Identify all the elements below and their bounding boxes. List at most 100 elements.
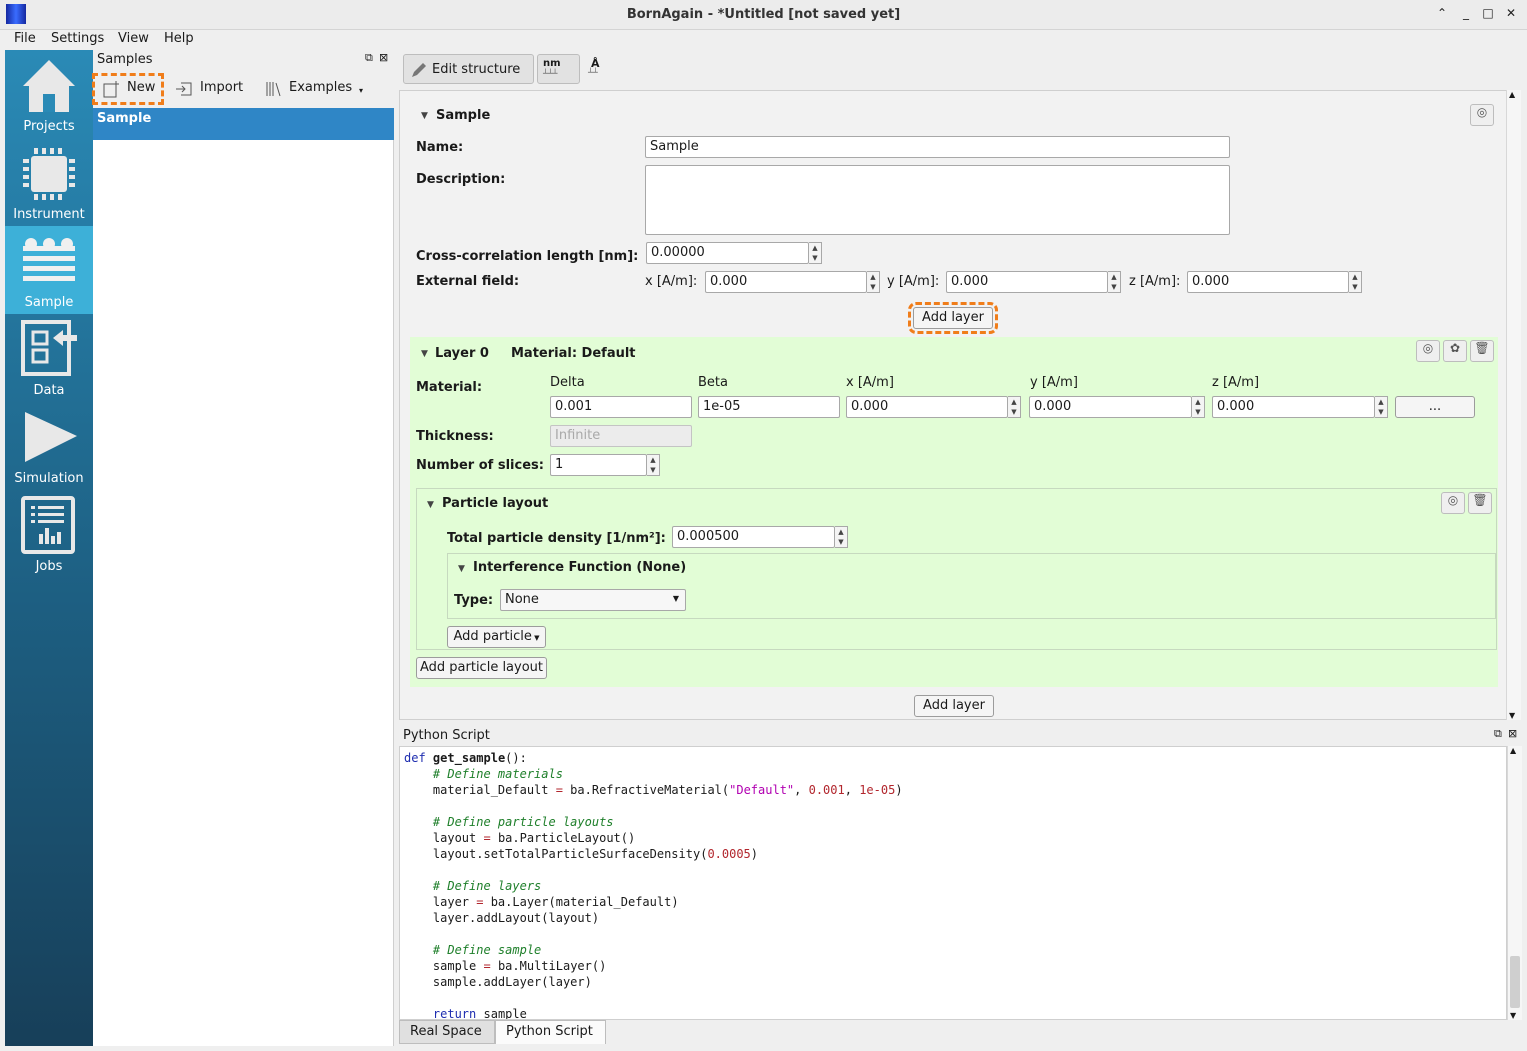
close-icon[interactable]: ✕ [1503, 6, 1519, 22]
menu-file[interactable]: File [14, 31, 36, 46]
3d-view-icon[interactable]: ◎ [1441, 492, 1465, 514]
pencil-icon [412, 63, 426, 77]
external-field-x-input[interactable]: 0.000 [705, 271, 867, 293]
close-panel-icon[interactable]: ⊠ [379, 51, 388, 64]
unit-angstrom-button[interactable]: Å ┴┴ [585, 54, 609, 84]
menu-view[interactable]: View [118, 31, 149, 46]
shade-icon[interactable]: ⌃ [1434, 6, 1450, 22]
spin-arrows-icon[interactable]: ▲ ▼ [1192, 396, 1205, 418]
tab-python-script[interactable]: Python Script [495, 1020, 606, 1044]
material-editor-button[interactable]: ... [1395, 396, 1475, 418]
sidebar-item-sample[interactable]: Sample [5, 226, 93, 314]
external-field-y-input[interactable]: 0.000 [946, 271, 1108, 293]
menu-help[interactable]: Help [164, 31, 194, 46]
collapse-icon[interactable]: ▼ [421, 111, 428, 121]
slices-input[interactable]: 1 [550, 454, 647, 476]
sidebar-item-instrument[interactable]: Instrument [5, 138, 93, 226]
external-field-x-label: x [A/m]: [645, 274, 698, 289]
mag-y-input[interactable]: 0.000 [1029, 396, 1192, 418]
add-layer-button-bottom[interactable]: Add layer [914, 695, 994, 717]
add-layer-button-top[interactable]: Add layer [908, 302, 998, 334]
interference-title: Interference Function (None) [473, 560, 687, 575]
spin-arrows-icon[interactable]: ▲ ▼ [835, 526, 848, 548]
scroll-down-icon[interactable]: ▼ [1510, 1011, 1516, 1020]
main-sidebar: Projects Instrument Sample Data Simulati… [5, 50, 93, 1046]
density-label: Total particle density [1/nm²]: [447, 531, 666, 546]
script-title: Python Script [403, 728, 490, 743]
scroll-thumb[interactable] [1510, 956, 1520, 1008]
edit-structure-button[interactable]: Edit structure [403, 54, 534, 84]
collapse-icon[interactable]: ▼ [427, 500, 434, 510]
particle-layout-panel: ▼ Particle layout ◎ 🗑 Total particle den… [416, 488, 1497, 650]
thickness-input[interactable]: Infinite [550, 425, 692, 447]
samples-panel-title: Samples [97, 52, 153, 67]
script-tabs: Real Space Python Script [399, 1020, 1527, 1046]
3d-view-icon[interactable]: ◎ [1470, 104, 1494, 126]
spin-arrows-icon[interactable]: ▲ ▼ [1008, 396, 1021, 418]
sample-header: Sample [436, 108, 491, 123]
float-panel-icon[interactable]: ⧉ [365, 51, 373, 65]
particle-layout-title: Particle layout [442, 496, 549, 511]
layer-0-panel: ▼ Layer 0 Material: Default ◎ ✿ 🗑 Materi… [410, 337, 1498, 687]
slices-label: Number of slices: [416, 458, 544, 473]
thickness-label: Thickness: [416, 429, 494, 444]
spin-arrows-icon[interactable]: ▲ ▼ [647, 454, 660, 476]
sample-form: ▼ Sample ◎ Name: Sample Description: Cro… [399, 90, 1521, 720]
sidebar-item-simulation[interactable]: Simulation [5, 402, 93, 490]
interference-type-select[interactable]: None ▼ [500, 589, 686, 611]
menu-bar: File Settings View Help [0, 30, 1527, 50]
spin-arrows-icon[interactable]: ▲ ▼ [1375, 396, 1388, 418]
code-scrollbar[interactable]: ▲ ▼ [1507, 746, 1522, 1020]
ruler-icon: ┴┴ [588, 68, 598, 77]
maximize-icon[interactable]: □ [1480, 6, 1496, 22]
import-sample-button[interactable]: Import [175, 78, 255, 100]
name-label: Name: [416, 140, 464, 155]
mag-z-input[interactable]: 0.000 [1212, 396, 1375, 418]
import-icon [176, 82, 192, 96]
editor-scrollbar[interactable]: ▲ ▼ [1506, 90, 1521, 720]
add-particle-button[interactable]: Add particle ▼ [447, 626, 546, 648]
external-field-z-input[interactable]: 0.000 [1187, 271, 1349, 293]
data-import-icon [21, 320, 77, 376]
examples-dropdown-button[interactable]: Examples ▾ [265, 78, 369, 100]
sample-name-input[interactable]: Sample [645, 136, 1230, 158]
scroll-up-icon[interactable]: ▲ [1509, 90, 1515, 99]
trash-icon[interactable]: 🗑 [1470, 340, 1494, 362]
new-sample-button[interactable]: New [92, 73, 164, 105]
cross-correlation-input[interactable]: 0.00000 [646, 242, 809, 264]
interference-panel: ▼ Interference Function (None) Type: Non… [447, 553, 1496, 619]
spin-arrows-icon[interactable]: ▲ ▼ [1108, 271, 1121, 293]
sidebar-item-jobs[interactable]: Jobs [5, 490, 93, 578]
sidebar-item-data[interactable]: Data [5, 314, 93, 402]
delta-input[interactable]: 0.001 [550, 396, 692, 418]
trash-icon[interactable]: 🗑 [1468, 492, 1492, 514]
spin-arrows-icon[interactable]: ▲ ▼ [1349, 271, 1362, 293]
palette-icon[interactable]: ✿ [1443, 340, 1467, 362]
material-label: Material: [416, 380, 483, 395]
collapse-icon[interactable]: ▼ [421, 349, 428, 359]
python-code-view[interactable]: def get_sample(): # Define materials mat… [399, 746, 1507, 1020]
interference-type-label: Type: [454, 593, 494, 608]
window-title: BornAgain - *Untitled [not saved yet] [626, 7, 901, 22]
spin-arrows-icon[interactable]: ▲ ▼ [867, 271, 880, 293]
close-panel-icon[interactable]: ⊠ [1508, 727, 1517, 740]
tab-real-space[interactable]: Real Space [399, 1020, 495, 1044]
spin-arrows-icon[interactable]: ▲ ▼ [809, 242, 822, 264]
density-input[interactable]: 0.000500 [672, 526, 835, 548]
minimize-icon[interactable]: _ [1458, 6, 1474, 22]
sidebar-item-projects[interactable]: Projects [5, 50, 93, 138]
chip-icon [23, 148, 75, 200]
collapse-icon[interactable]: ▼ [458, 564, 465, 574]
3d-view-icon[interactable]: ◎ [1416, 340, 1440, 362]
beta-input[interactable]: 1e-05 [698, 396, 840, 418]
scroll-down-icon[interactable]: ▼ [1509, 711, 1515, 720]
unit-nm-button[interactable]: nm ┴┴┴ [537, 54, 580, 84]
float-panel-icon[interactable]: ⧉ [1494, 727, 1502, 741]
mag-x-input[interactable]: 0.000 [846, 396, 1008, 418]
scroll-up-icon[interactable]: ▲ [1510, 746, 1516, 755]
sample-description-input[interactable] [645, 165, 1230, 235]
add-particle-layout-button[interactable]: Add particle layout [416, 657, 547, 679]
menu-settings[interactable]: Settings [51, 31, 104, 46]
sample-list-item[interactable]: Sample [93, 108, 394, 140]
new-document-icon [103, 81, 119, 98]
